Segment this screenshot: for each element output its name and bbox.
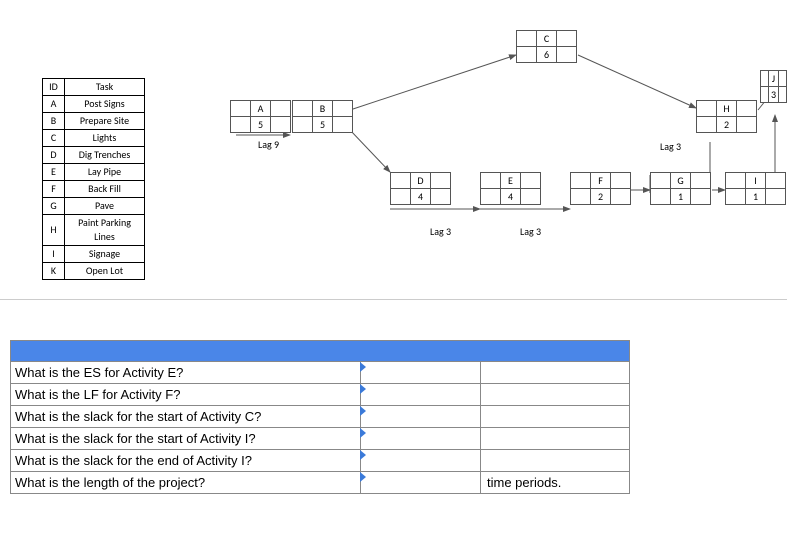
answer-cell[interactable] xyxy=(361,472,481,493)
caret-right-icon xyxy=(360,362,366,372)
task-row: BPrepare Site xyxy=(43,113,145,130)
answer-cell[interactable] xyxy=(361,450,481,471)
question-text: What is the slack for the start of Activ… xyxy=(11,406,361,427)
task-name: Open Lot xyxy=(65,263,145,280)
task-table-header-id: ID xyxy=(43,79,65,96)
task-row: ELay Pipe xyxy=(43,164,145,181)
question-row: What is the slack for the start of Activ… xyxy=(10,428,630,450)
caret-right-icon xyxy=(360,406,366,416)
activity-node-J: J 3 xyxy=(760,70,787,103)
task-row: APost Signs xyxy=(43,96,145,113)
activity-node-D: D 4 xyxy=(390,172,451,205)
lag-label-GH: Lag 3 xyxy=(660,140,681,153)
question-text: What is the slack for the end of Activit… xyxy=(11,450,361,471)
activity-node-F: F 2 xyxy=(570,172,631,205)
caret-right-icon xyxy=(360,472,366,482)
answer-unit: time periods. xyxy=(481,472,629,493)
task-row: HPaint Parking Lines xyxy=(43,215,145,246)
answer-unit xyxy=(481,384,629,405)
answer-input[interactable] xyxy=(361,450,480,471)
task-row: ISignage xyxy=(43,246,145,263)
task-table-header-task: Task xyxy=(65,79,145,96)
task-row: FBack Fill xyxy=(43,181,145,198)
task-id: F xyxy=(43,181,65,198)
task-name: Pave xyxy=(65,198,145,215)
task-id: C xyxy=(43,130,65,147)
question-text: What is the length of the project? xyxy=(11,472,361,493)
question-table-header xyxy=(10,340,630,362)
network-diagram-panel: ID Task APost SignsBPrepare SiteCLightsD… xyxy=(0,0,787,300)
task-id: I xyxy=(43,246,65,263)
task-id: H xyxy=(43,215,65,246)
caret-right-icon xyxy=(360,428,366,438)
answer-cell[interactable] xyxy=(361,384,481,405)
question-text: What is the ES for Activity E? xyxy=(11,362,361,383)
task-name: Dig Trenches xyxy=(65,147,145,164)
caret-right-icon xyxy=(360,450,366,460)
answer-input[interactable] xyxy=(361,384,480,405)
question-row: What is the LF for Activity F? xyxy=(10,384,630,406)
task-id: G xyxy=(43,198,65,215)
task-id: B xyxy=(43,113,65,130)
task-id: A xyxy=(43,96,65,113)
task-id: K xyxy=(43,263,65,280)
activity-node-E: E 4 xyxy=(480,172,541,205)
activity-node-H: H 2 xyxy=(696,100,757,133)
activity-node-B: B 5 xyxy=(292,100,353,133)
task-name: Prepare Site xyxy=(65,113,145,130)
question-row: What is the slack for the end of Activit… xyxy=(10,450,630,472)
question-text: What is the LF for Activity F? xyxy=(11,384,361,405)
question-table: What is the ES for Activity E?What is th… xyxy=(10,340,630,494)
task-id: E xyxy=(43,164,65,181)
activity-node-I: I 1 xyxy=(725,172,786,205)
activity-node-C: C 6 xyxy=(516,30,577,63)
answer-input[interactable] xyxy=(361,406,480,427)
activity-node-G: G 1 xyxy=(650,172,711,205)
question-row: What is the slack for the start of Activ… xyxy=(10,406,630,428)
question-text: What is the slack for the start of Activ… xyxy=(11,428,361,449)
task-table: ID Task APost SignsBPrepare SiteCLightsD… xyxy=(42,78,145,280)
question-row: What is the ES for Activity E? xyxy=(10,362,630,384)
task-name: Post Signs xyxy=(65,96,145,113)
answer-input[interactable] xyxy=(361,362,480,383)
activity-node-A: A 5 xyxy=(230,100,291,133)
answer-unit xyxy=(481,450,629,471)
task-row: GPave xyxy=(43,198,145,215)
caret-right-icon xyxy=(360,384,366,394)
answer-unit xyxy=(481,362,629,383)
answer-input[interactable] xyxy=(361,472,480,493)
answer-cell[interactable] xyxy=(361,362,481,383)
lag-label-EF: Lag 3 xyxy=(520,225,541,238)
answer-unit xyxy=(481,428,629,449)
task-name: Lay Pipe xyxy=(65,164,145,181)
answer-cell[interactable] xyxy=(361,406,481,427)
task-row: KOpen Lot xyxy=(43,263,145,280)
question-row: What is the length of the project? time p… xyxy=(10,472,630,494)
task-row: CLights xyxy=(43,130,145,147)
task-id: D xyxy=(43,147,65,164)
task-name: Back Fill xyxy=(65,181,145,198)
answer-unit xyxy=(481,406,629,427)
lag-label-AB: Lag 9 xyxy=(258,138,279,151)
task-name: Paint Parking Lines xyxy=(65,215,145,246)
task-name: Signage xyxy=(65,246,145,263)
lag-label-DE: Lag 3 xyxy=(430,225,451,238)
answer-cell[interactable] xyxy=(361,428,481,449)
task-name: Lights xyxy=(65,130,145,147)
answer-input[interactable] xyxy=(361,428,480,449)
task-row: DDig Trenches xyxy=(43,147,145,164)
